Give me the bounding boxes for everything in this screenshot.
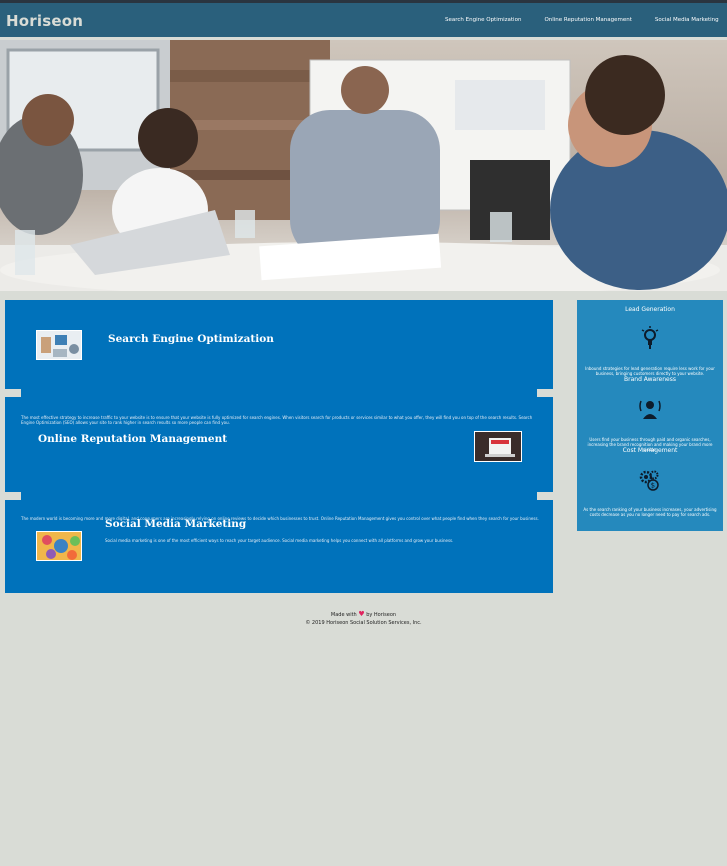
divider-notch — [5, 492, 21, 500]
team-meeting-photo — [0, 40, 727, 291]
section-title-reputation: Online Reputation Management — [38, 433, 228, 445]
benefit-heading-1: Brand Awareness — [624, 376, 676, 383]
svg-text:$: $ — [651, 482, 655, 490]
footer-made-with: Made with ♥ by Horiseon — [0, 610, 727, 619]
nav-link-social[interactable]: Social Media Marketing — [655, 17, 719, 23]
section-text-reputation: The modern world is becoming more and mo… — [21, 516, 539, 521]
footer-copyright: © 2019 Horiseon Social Solution Services… — [305, 620, 422, 626]
main-nav: Search Engine Optimization Online Reputa… — [427, 3, 719, 40]
megaphone-person-icon — [639, 400, 661, 419]
divider-notch — [5, 389, 21, 397]
reputation-thumbnail — [474, 431, 522, 462]
social-thumbnail — [36, 531, 82, 561]
benefit-text-1: Inbound strategies for lead generation r… — [585, 366, 715, 376]
gears-money-icon: $ — [639, 470, 659, 491]
seo-thumbnail — [36, 330, 82, 360]
nav-link-seo[interactable]: Search Engine Optimization — [445, 17, 521, 23]
hero-image — [0, 40, 727, 291]
section-text-seo: The most effective strategy to increase … — [21, 415, 533, 425]
divider-notch — [537, 492, 553, 500]
benefit-heading-2: Cost Management — [622, 447, 678, 454]
site-footer: Made with ♥ by Horiseon © 2019 Horiseon … — [0, 610, 727, 627]
benefits-sidebar: Lead Generation Inbound strategies for l… — [577, 300, 723, 531]
lightbulb-icon — [641, 326, 659, 349]
footer-made-with-label: Made with — [330, 612, 357, 618]
section-title-seo: Search Engine Optimization — [108, 333, 274, 345]
heart-icon: ♥ — [358, 610, 365, 618]
section-title-social: Social Media Marketing — [105, 518, 247, 530]
section-text-social: Social media marketing is one of the mos… — [105, 538, 454, 543]
footer-by: by Horiseon — [366, 612, 397, 618]
divider-notch — [537, 389, 553, 397]
content-area: Search Engine Optimization The most effe… — [5, 300, 553, 593]
nav-link-reputation[interactable]: Online Reputation Management — [544, 17, 631, 23]
benefit-text-3: As the search ranking of your business i… — [583, 507, 717, 517]
site-logo[interactable]: Horiseon — [6, 12, 83, 30]
benefits-title: Lead Generation — [625, 306, 675, 313]
